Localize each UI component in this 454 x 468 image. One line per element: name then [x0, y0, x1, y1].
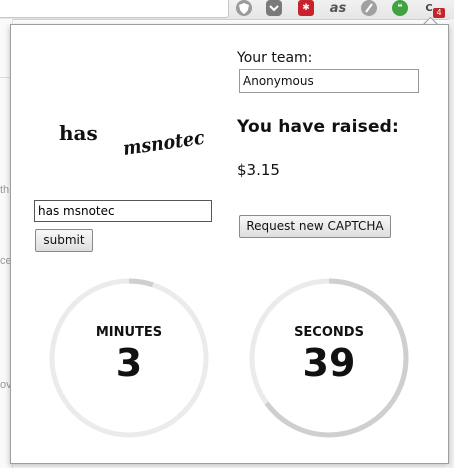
feedly-extension-icon[interactable]	[361, 0, 377, 16]
quote-icon: ❝	[397, 3, 403, 13]
hangouts-extension-icon[interactable]: ❝	[392, 0, 408, 16]
pocket-icon	[269, 5, 279, 12]
seconds-label: SECONDS	[294, 325, 364, 340]
minutes-timer: MINUTES 3	[48, 277, 210, 439]
notification-badge: 4	[433, 8, 445, 18]
captcha-icon: C	[425, 2, 433, 14]
raised-title: You have raised:	[237, 117, 400, 137]
seconds-value: 39	[302, 341, 356, 385]
minutes-label: MINUTES	[95, 325, 163, 340]
captcha-answer-input[interactable]	[34, 200, 212, 222]
lastpass-extension-icon[interactable]: ✱	[298, 0, 314, 16]
captcha-image: has msnotec	[59, 121, 207, 160]
feedly-icon	[365, 3, 373, 13]
minutes-value: 3	[115, 341, 143, 385]
captcha-word-1: has	[59, 121, 98, 145]
raised-amount: $3.15	[237, 161, 280, 179]
pocket-extension-icon[interactable]	[266, 0, 282, 16]
captcha-word-2: msnotec	[122, 127, 207, 160]
asterisk-icon: ✱	[302, 3, 310, 13]
team-input[interactable]	[239, 69, 419, 93]
address-bar-edge[interactable]	[0, 0, 229, 18]
seconds-timer: SECONDS 39	[248, 277, 410, 439]
submit-button[interactable]: submit	[35, 229, 93, 252]
request-new-captcha-button[interactable]: Request new CAPTCHA	[239, 215, 391, 238]
team-label: Your team:	[237, 50, 313, 66]
browser-toolbar: ✱ as ❝ C 4	[0, 0, 454, 20]
shield-extension-icon[interactable]	[236, 0, 252, 16]
lastfm-icon: as	[329, 0, 347, 16]
page-scrollbar[interactable]	[449, 19, 454, 468]
background-text-fragment: th	[0, 184, 10, 196]
lastfm-extension-icon[interactable]: as	[328, 0, 348, 16]
shield-icon	[239, 2, 249, 14]
extension-popup: has msnotec submit Your team: You have r…	[10, 24, 449, 464]
